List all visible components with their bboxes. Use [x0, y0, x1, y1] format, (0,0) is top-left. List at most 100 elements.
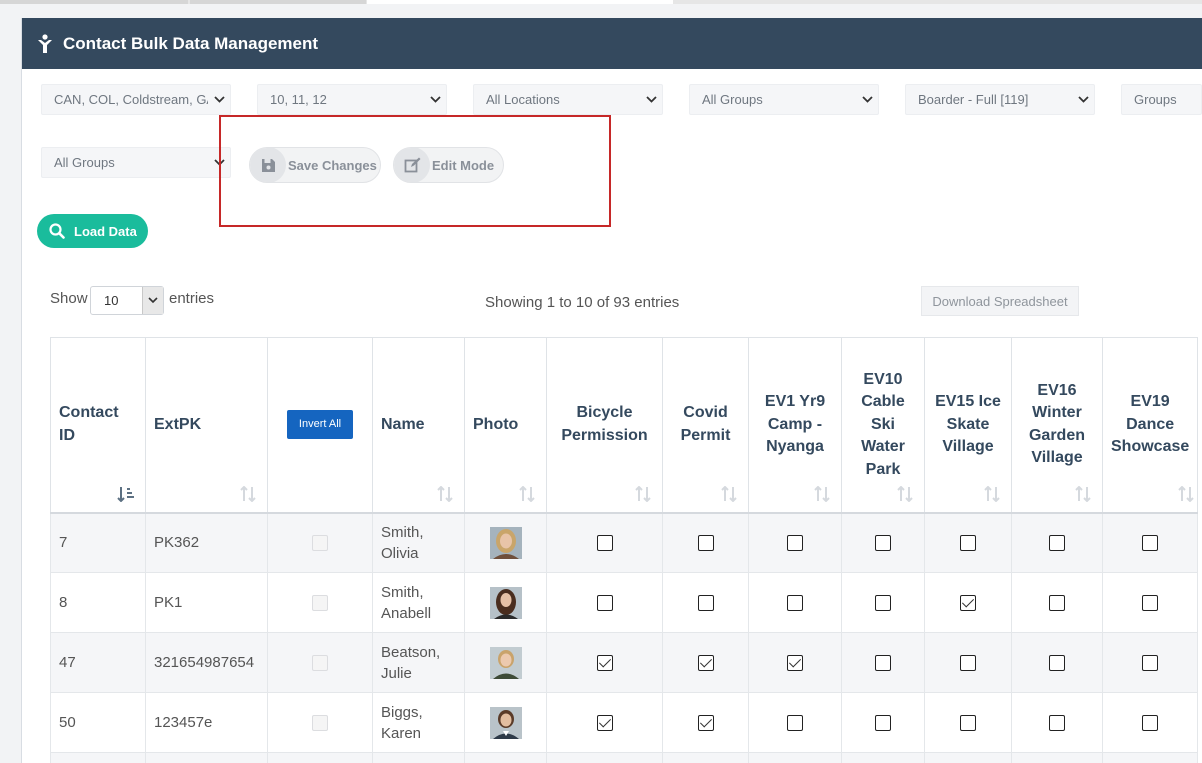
boarder-select[interactable]: Boarder - Full [119] — [905, 84, 1095, 115]
ev10-checkbox[interactable] — [875, 535, 891, 552]
ev15-checkbox[interactable] — [960, 715, 976, 732]
chevron-down-icon — [640, 85, 662, 114]
table-row[interactable]: 7 PK362 Smith, Olivia — [50, 512, 1199, 573]
row-select-checkbox[interactable] — [312, 655, 328, 672]
chevron-down-icon — [856, 85, 878, 114]
ev10-checkbox[interactable] — [875, 655, 891, 672]
contact-photo — [489, 526, 522, 559]
col-contact-id[interactable]: Contact ID — [50, 337, 146, 514]
ev19-checkbox[interactable] — [1142, 715, 1159, 732]
cell-bicycle — [546, 512, 663, 573]
sort-icon[interactable] — [1177, 485, 1195, 502]
cell-ev19 — [1101, 512, 1199, 573]
campus-select[interactable]: CAN, COL, Coldstream, GA — [41, 84, 231, 115]
tab-active[interactable] — [367, 0, 673, 4]
ev1-checkbox[interactable] — [787, 595, 803, 612]
cell-extpk: 321654987654 — [145, 632, 268, 693]
cell-bicycle — [546, 572, 663, 633]
covid-checkbox[interactable] — [697, 655, 714, 672]
ev16-checkbox[interactable] — [1049, 715, 1065, 732]
entries-per-page-select[interactable]: 10 — [90, 286, 164, 315]
sort-icon[interactable] — [1074, 485, 1092, 502]
download-spreadsheet-button[interactable]: Download Spreadsheet — [921, 286, 1079, 316]
col-bicycle-label: Bicycle Permission — [561, 404, 648, 444]
ev10-checkbox[interactable] — [875, 715, 891, 732]
col-bicycle[interactable]: Bicycle Permission — [546, 337, 663, 514]
sort-icon[interactable] — [720, 485, 738, 502]
boarder-select-value: Boarder - Full [119] — [918, 92, 1029, 107]
cell-ev16 — [1011, 572, 1103, 633]
cell-contact-id: 47 — [50, 632, 146, 693]
bicycle-checkbox[interactable] — [596, 655, 613, 672]
cell-photo — [464, 632, 547, 693]
contact-name: Smith, Olivia — [381, 523, 424, 562]
locations-select[interactable]: All Locations — [473, 84, 663, 115]
covid-checkbox[interactable] — [697, 595, 714, 612]
sort-icon[interactable] — [896, 485, 914, 502]
invert-all-button[interactable]: Invert All — [287, 410, 353, 440]
ev1-checkbox[interactable] — [787, 715, 803, 732]
col-ev10[interactable]: EV10 Cable Ski Water Park — [841, 337, 925, 514]
row-select-checkbox[interactable] — [312, 595, 328, 612]
ev16-checkbox[interactable] — [1049, 595, 1065, 612]
cell-extpk: 123457e — [145, 692, 268, 753]
bicycle-checkbox[interactable] — [596, 595, 613, 612]
col-ev1[interactable]: EV1 Yr9 Camp - Nyanga — [748, 337, 842, 514]
cell-ev19 — [1101, 692, 1199, 753]
covid-checkbox[interactable] — [697, 715, 714, 732]
covid-checkbox[interactable] — [697, 535, 714, 552]
row-select-checkbox[interactable] — [312, 535, 328, 552]
row-select-checkbox[interactable] — [312, 715, 328, 732]
ev19-checkbox[interactable] — [1142, 595, 1159, 612]
years-select[interactable]: 10, 11, 12 — [257, 84, 447, 115]
person-icon — [36, 33, 54, 55]
groups-type-select-value: Groups — [1134, 92, 1177, 107]
sort-icon[interactable] — [983, 485, 1001, 502]
sort-ascending-icon[interactable] — [117, 486, 135, 502]
ev10-checkbox[interactable] — [875, 595, 891, 612]
sort-icon[interactable] — [436, 485, 454, 502]
bicycle-checkbox[interactable] — [596, 535, 613, 552]
groups-select[interactable]: All Groups — [689, 84, 879, 115]
col-covid[interactable]: Covid Permit — [662, 337, 749, 514]
sort-icon[interactable] — [813, 485, 831, 502]
ev15-checkbox[interactable] — [960, 655, 976, 672]
col-ev10-label: EV10 Cable Ski Water Park — [861, 370, 905, 478]
col-ev15[interactable]: EV15 Ice Skate Village — [924, 337, 1012, 514]
col-ev16[interactable]: EV16 Winter Garden Village — [1011, 337, 1103, 514]
groups-select-2[interactable]: All Groups — [41, 147, 231, 178]
bicycle-checkbox[interactable] — [596, 715, 613, 732]
load-data-button[interactable]: Load Data — [37, 214, 148, 248]
cell-ev10 — [841, 512, 925, 573]
col-contact-id-label: Contact ID — [59, 404, 119, 444]
cell-covid — [662, 632, 749, 693]
table-row[interactable] — [50, 752, 1199, 763]
ev1-checkbox[interactable] — [787, 655, 803, 672]
years-select-value: 10, 11, 12 — [270, 92, 327, 107]
cell-ev10 — [841, 692, 925, 753]
col-extpk[interactable]: ExtPK — [145, 337, 268, 514]
table-row[interactable]: 8 PK1 Smith, Anabell — [50, 572, 1199, 633]
ev16-checkbox[interactable] — [1049, 535, 1065, 552]
sort-icon[interactable] — [634, 485, 652, 502]
tab-2[interactable] — [190, 0, 366, 4]
col-name[interactable]: Name — [372, 337, 465, 514]
ev19-checkbox[interactable] — [1142, 655, 1159, 672]
cell-name: Smith, Anabell — [372, 572, 465, 633]
ev1-checkbox[interactable] — [787, 535, 803, 552]
cell-name: Biggs, Karen — [372, 692, 465, 753]
tab-1[interactable] — [0, 0, 188, 4]
ev19-checkbox[interactable] — [1142, 535, 1159, 552]
ev15-checkbox[interactable] — [960, 535, 976, 552]
table-row[interactable]: 47 321654987654 Beatson, Julie — [50, 632, 1199, 693]
col-photo[interactable]: Photo — [464, 337, 547, 514]
cell-covid — [662, 692, 749, 753]
table-row[interactable]: 50 123457e Biggs, Karen — [50, 692, 1199, 753]
ev16-checkbox[interactable] — [1049, 655, 1065, 672]
cell-select — [267, 632, 373, 693]
sort-icon[interactable] — [239, 485, 257, 502]
ev15-checkbox[interactable] — [960, 595, 976, 612]
groups-type-select[interactable]: Groups — [1121, 84, 1202, 115]
sort-icon[interactable] — [518, 485, 536, 502]
col-ev19[interactable]: EV19 Dance Showcase — [1101, 337, 1199, 514]
